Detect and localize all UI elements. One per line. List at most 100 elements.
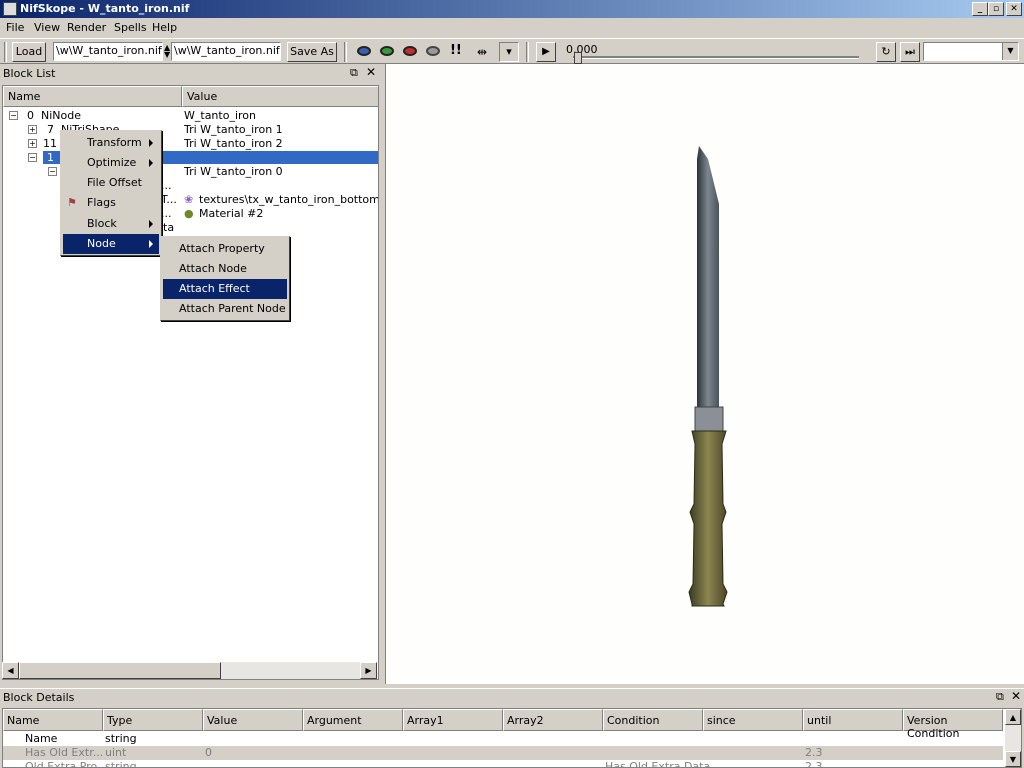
block-details-title: Block Details (3, 691, 75, 704)
menu-item-optimize[interactable]: Optimize (63, 153, 159, 173)
collapse-icon[interactable]: − (28, 153, 37, 162)
submenu-arrow-icon (149, 240, 153, 248)
blade (697, 146, 719, 409)
toolbar-grip[interactable] (526, 42, 529, 62)
collapse-icon[interactable]: − (9, 111, 18, 120)
handle (688, 430, 728, 607)
col-header[interactable]: until (803, 709, 903, 731)
menu-item-attach-node[interactable]: Attach Node (163, 259, 287, 279)
tree-row[interactable]: − 0 NiNode W_tanto_iron (3, 109, 378, 123)
submenu-arrow-icon (149, 220, 153, 228)
view-grey-eye-icon[interactable] (426, 46, 440, 56)
row-number: 7 (47, 123, 54, 136)
col-header-name[interactable]: Name (3, 86, 182, 107)
render-viewport[interactable] (385, 64, 1024, 684)
menu-help[interactable]: Help (152, 21, 177, 34)
expand-icon[interactable]: + (28, 125, 37, 134)
menu-file[interactable]: File (6, 21, 24, 34)
menu-spells[interactable]: Spells (114, 21, 147, 34)
time-slider-handle[interactable] (574, 52, 582, 64)
save-path-input[interactable]: \w\W_tanto_iron.nif (171, 42, 281, 61)
scroll-up-icon[interactable]: ▲ (1005, 709, 1021, 725)
texture-flower-icon: ❀ (184, 193, 194, 206)
animation-select[interactable]: ▼ (923, 42, 1019, 61)
col-header[interactable]: Condition (603, 709, 703, 731)
move-icon[interactable]: ⇹ (477, 45, 487, 59)
scroll-right-icon[interactable]: ▶ (360, 662, 377, 679)
menu-render[interactable]: Render (67, 21, 106, 34)
scroll-left-icon[interactable]: ◀ (2, 662, 19, 679)
vertical-scrollbar[interactable]: ▲ ▼ (1005, 709, 1021, 767)
menu-item-attach-parent-node[interactable]: Attach Parent Node (163, 299, 287, 319)
view-blue-eye-icon[interactable] (357, 46, 371, 56)
row-name: ... (161, 207, 172, 220)
row-name: NiNode (41, 109, 81, 122)
scroll-down-icon[interactable]: ▼ (1005, 751, 1021, 767)
col-header[interactable]: Argument (303, 709, 403, 731)
menu-item-transform[interactable]: Transform (63, 133, 159, 153)
block-tree[interactable]: Name Value − 0 NiNode W_tanto_iron + 7 N… (2, 85, 379, 680)
loop-icon[interactable]: ↻ (876, 42, 896, 62)
col-header[interactable]: since (703, 709, 803, 731)
load-path-input[interactable]: \w\W_tanto_iron.nif (53, 42, 163, 61)
expand-icon[interactable]: + (28, 139, 37, 148)
menu-item-attach-property[interactable]: Attach Property (163, 239, 287, 259)
window-title: NifSkope - W_tanto_iron.nif (20, 2, 190, 15)
col-header[interactable]: Value (203, 709, 303, 731)
col-header[interactable]: Name (3, 709, 103, 731)
footprints-icon[interactable]: !! (450, 43, 462, 58)
close-icon[interactable]: ✕ (1011, 689, 1021, 703)
menu-bar: File View Render Spells Help (0, 18, 1024, 38)
menu-item-label: Block (87, 217, 117, 230)
row-name: ... (161, 179, 172, 192)
col-header[interactable]: Array1 (403, 709, 503, 731)
close-icon[interactable]: ✕ (366, 65, 376, 79)
save-as-button[interactable]: Save As (287, 42, 337, 62)
toolbar-grip[interactable] (344, 42, 347, 62)
menu-item-node[interactable]: Node (63, 234, 159, 254)
menu-item-block[interactable]: Block (63, 214, 159, 234)
view-red-eye-icon[interactable] (403, 46, 417, 56)
row-name: T... (161, 193, 177, 206)
guard (694, 406, 724, 432)
swap-icon[interactable]: ▲ ▼ (164, 44, 170, 59)
row-value: W_tanto_iron (184, 109, 256, 122)
menu-item-flags[interactable]: ⚑ Flags (63, 193, 159, 213)
collapse-icon[interactable]: − (48, 167, 57, 176)
play-button[interactable]: ▶ (536, 42, 556, 62)
table-row[interactable]: Name string (3, 732, 1003, 746)
col-header[interactable]: Array2 (503, 709, 603, 731)
chevron-down-icon[interactable]: ▼ (1002, 43, 1018, 60)
float-icon[interactable]: ⧉ (996, 690, 1004, 704)
switch-icon[interactable]: ⏭ (900, 42, 920, 62)
menu-item-label: Optimize (87, 156, 137, 169)
toolbar-grip[interactable] (4, 42, 7, 62)
float-icon[interactable]: ⧉ (350, 66, 358, 80)
load-button[interactable]: Load (12, 42, 46, 62)
col-header[interactable]: Version Condition (903, 709, 1003, 740)
time-slider-track[interactable] (573, 56, 859, 59)
horizontal-scrollbar[interactable]: ◀ ▶ (2, 662, 377, 679)
maximize-button[interactable]: ▫ (988, 2, 1004, 16)
scroll-thumb[interactable] (19, 662, 221, 679)
menu-item-file-offset[interactable]: File Offset (63, 173, 159, 193)
table-row[interactable]: Has Old Extr... uint 0 2.3 (3, 746, 1003, 760)
close-button[interactable]: ✕ (1006, 2, 1022, 16)
block-details-table[interactable]: Name Type Value Argument Array1 Array2 C… (2, 708, 1022, 768)
menu-view[interactable]: View (34, 21, 60, 34)
minimize-button[interactable]: _ (972, 2, 988, 16)
table-row[interactable]: Old Extra Pro... string Has Old Extra Da… (3, 760, 1003, 768)
cell-name: Old Extra Pro... (25, 760, 108, 768)
cell-type: uint (105, 746, 127, 759)
cell-type: string (105, 760, 137, 768)
flag-icon: ⚑ (67, 196, 77, 209)
tanto-model (688, 146, 728, 607)
view-green-eye-icon[interactable] (380, 46, 394, 56)
block-list-title: Block List (3, 67, 56, 80)
col-header[interactable]: Type (103, 709, 203, 731)
dropdown-arrow-icon[interactable]: ▾ (499, 42, 519, 62)
node-submenu: Attach Property Attach Node Attach Effec… (160, 236, 290, 321)
menu-item-attach-effect[interactable]: Attach Effect (163, 279, 287, 299)
cell-value: 0 (205, 746, 212, 759)
col-header-value[interactable]: Value (182, 86, 378, 107)
